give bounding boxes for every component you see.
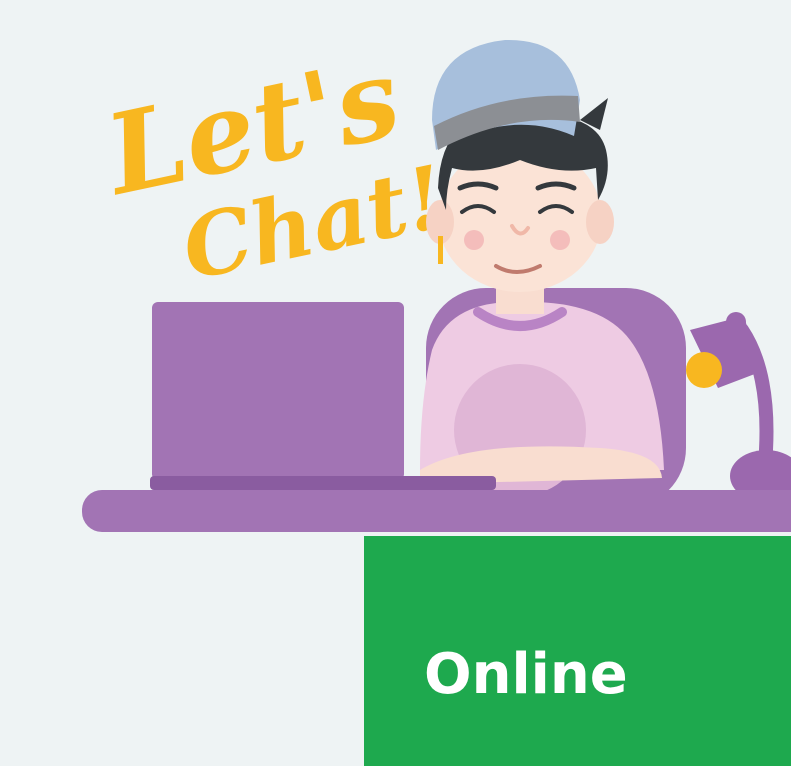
online-status-panel[interactable]: Online [364,536,791,766]
cheek-right [550,230,570,250]
desk-lamp [686,312,791,502]
desk [82,490,791,532]
laptop-base [150,476,496,490]
lets-chat-lettering: Let's Chat! [93,33,453,301]
online-status-label: Online [424,642,628,707]
cheek-left [464,230,484,250]
lets-chat-illustration: Let's Chat! [82,33,791,532]
laptop-screen [152,302,404,480]
person-ear-right [586,200,614,244]
earring [438,236,443,264]
